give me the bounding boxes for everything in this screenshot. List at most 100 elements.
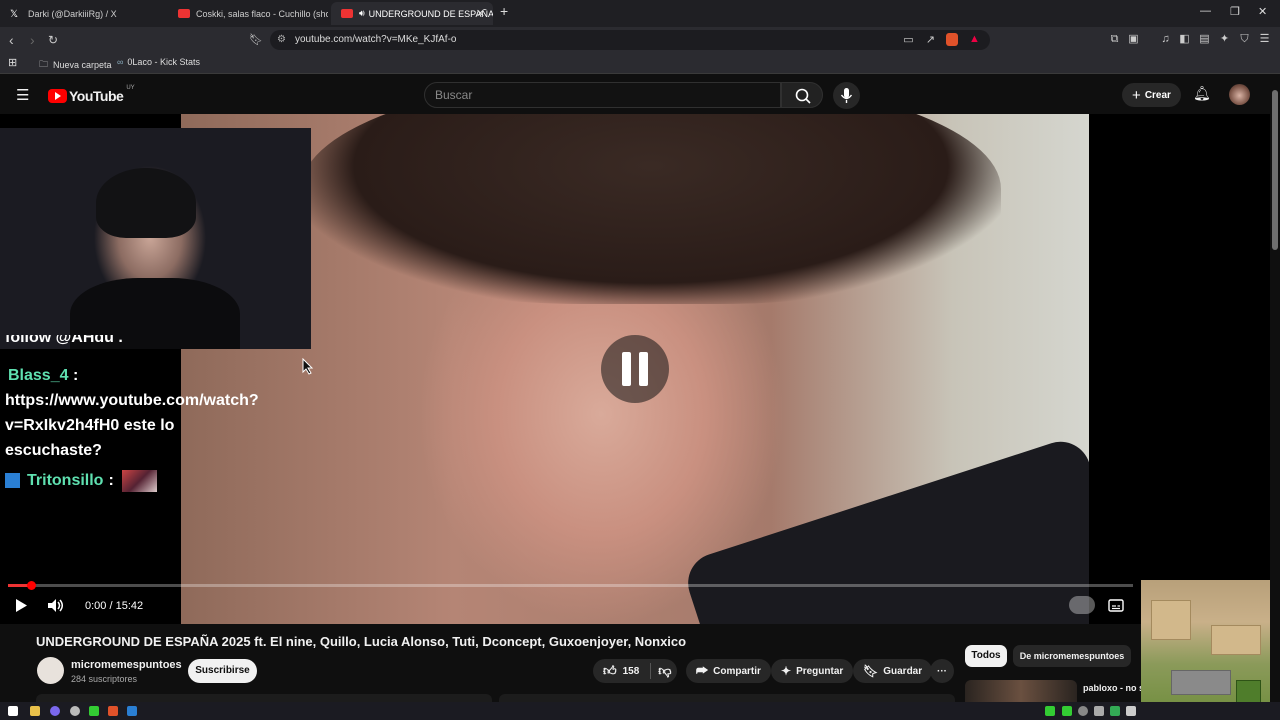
play-icon[interactable] [14,598,28,613]
subtitles-icon[interactable] [1108,599,1124,612]
youtube-icon [341,9,353,18]
youtube-header: ☰ YouTube UY Buscar + Crear 🔔︎ [0,75,1270,115]
restore-icon[interactable]: ❐ [1230,5,1240,18]
like-divider [650,663,652,679]
tray-app-icon[interactable] [1062,706,1072,716]
folder-icon: 🗀 [39,59,49,69]
bookmark-folder[interactable]: 🗀 Nueva carpeta [39,57,112,73]
progress-bar[interactable] [8,581,1133,590]
tab-label: UNDERGROUND DE ESPAÑA [368,8,493,19]
sidebar-icon[interactable]: ◧ [1178,33,1191,46]
site-settings-icon[interactable]: ⚙ [277,30,286,50]
chat-badge-icon [5,473,20,488]
tab-coskki[interactable]: Coskki, salas flaco - Cuchillo (shot. @ [168,2,328,25]
tray-app-icon[interactable] [1110,706,1120,716]
pause-overlay-button[interactable] [601,335,669,403]
share-button[interactable]: ⮫ Compartir [686,659,771,683]
tray-app-icon[interactable] [1094,706,1104,716]
bookmark-icon[interactable]: 🔖︎ [249,33,263,46]
windows-start-icon[interactable] [8,706,18,716]
tab-x[interactable]: 𝕏 Darki (@DarkiiiRg) / X [0,2,165,25]
search-button[interactable] [781,82,823,108]
brave-icon[interactable] [108,706,118,716]
channel-avatar[interactable] [37,657,64,684]
ask-label: Preguntar [796,665,844,677]
brave-rewards-icon[interactable]: ▲ [968,33,981,46]
chat-message-header: Blass_4 : [8,363,300,388]
close-tab-icon[interactable]: ✕ [476,7,485,20]
region-code: UY [126,85,135,91]
cast-icon[interactable]: ▭ [902,34,915,47]
like-button[interactable]: 👍︎ 158 [603,663,639,679]
app-icon[interactable] [127,706,137,716]
video-title: UNDERGROUND DE ESPAÑA 2025 ft. El nine, … [36,634,687,649]
volume-icon[interactable] [47,598,65,613]
hamburger-menu-icon[interactable]: ☰ [16,86,29,104]
game-capture-overlay [1141,580,1280,720]
apps-grid-icon[interactable]: ⊞ [8,56,17,69]
new-tab-button[interactable]: + [500,3,508,19]
thumbs-down-icon[interactable]: 👎︎ [658,663,671,679]
obs-icon[interactable] [70,706,80,716]
progress-scrubber[interactable] [26,581,36,590]
tab-label: Coskki, salas flaco - Cuchillo (shot. @ [196,8,328,19]
media-icon[interactable]: ♫ [1159,33,1172,46]
more-actions-button[interactable]: ··· [930,659,954,683]
sparkle-icon: ✦ [781,664,792,678]
wallet2-icon[interactable]: ▤ [1198,33,1211,46]
video-subject-hair [301,114,1001,304]
tray-app-icon[interactable] [1078,706,1088,716]
discord-icon[interactable] [50,706,60,716]
subscriber-count: 284 suscriptores [71,674,138,684]
ask-button[interactable]: ✦ Preguntar [771,659,854,683]
speaker-icon: 🔊︎ [359,8,365,18]
search-input[interactable]: Buscar [424,82,781,108]
file-explorer-icon[interactable] [30,706,40,716]
voice-search-button[interactable] [833,82,860,109]
plus-icon: + [1132,86,1141,104]
bookmark-label: 0Laco - Kick Stats [127,57,200,67]
leo-ai-icon[interactable]: ✦ [1218,33,1231,46]
share-page-icon[interactable]: ↗ [924,34,937,47]
bookmark-kick-stats[interactable]: ∞ 0Laco - Kick Stats [117,57,200,67]
tray-app-icon[interactable] [1126,706,1136,716]
kick-icon[interactable] [89,706,99,716]
tray-app-icon[interactable] [1045,706,1055,716]
back-icon[interactable]: ‹ [9,32,14,48]
game-block [1211,625,1261,655]
suggested-video-title[interactable]: pabloxo - no s clones (prod [1083,682,1141,694]
youtube-play-logo-icon [48,89,67,103]
brave-shield-icon[interactable] [946,33,958,46]
vpn-icon[interactable]: ⛉ [1238,33,1251,46]
player-letterbox-right [1089,114,1270,624]
webcam-hair [96,168,196,238]
save-button[interactable]: 🔖︎ Guardar [853,659,933,683]
channel-name[interactable]: micromemespuntoes [71,659,182,671]
menu-icon[interactable]: ☰ [1258,33,1271,46]
filter-chip-all[interactable]: Todos [965,645,1007,667]
os-taskbar [0,702,1280,720]
browser-tab-bar: 𝕏 Darki (@DarkiiiRg) / X Coskki, salas f… [0,0,1280,27]
autoplay-toggle[interactable] [1069,596,1095,614]
reload-icon[interactable]: ↻ [48,33,58,47]
minimize-icon[interactable]: — [1200,5,1211,17]
filter-chip-channel[interactable]: De micromemespuntoes [1013,645,1131,667]
url-field[interactable]: ⚙ youtube.com/watch?v=MKe_KJfAf-o ▭ ↗ ▲ [270,30,990,50]
close-window-icon[interactable]: ✕ [1258,5,1267,18]
forward-icon[interactable]: › [30,32,35,48]
create-button[interactable]: + Crear [1122,83,1181,107]
notifications-bell-icon[interactable]: 🔔︎ [1193,85,1211,102]
page-scrollbar-thumb[interactable] [1272,90,1278,250]
account-avatar[interactable] [1229,84,1250,105]
url-text: youtube.com/watch?v=MKe_KJfAf-o [295,34,457,45]
game-block [1171,670,1231,695]
subscribe-button[interactable]: Suscribirse [188,659,257,683]
youtube-logo[interactable]: YouTube UY [48,85,135,104]
wallet-icon[interactable]: ▣ [1127,33,1140,46]
chat-message-header: Tritonsillo : [5,468,300,493]
link-icon: ∞ [117,57,124,67]
extensions-icon[interactable]: ⧉ [1108,33,1121,46]
x-icon: 𝕏 [10,9,19,20]
tab-underground[interactable]: 🔊︎ UNDERGROUND DE ESPAÑA ✕ [331,2,493,25]
share-label: Compartir [713,665,761,677]
